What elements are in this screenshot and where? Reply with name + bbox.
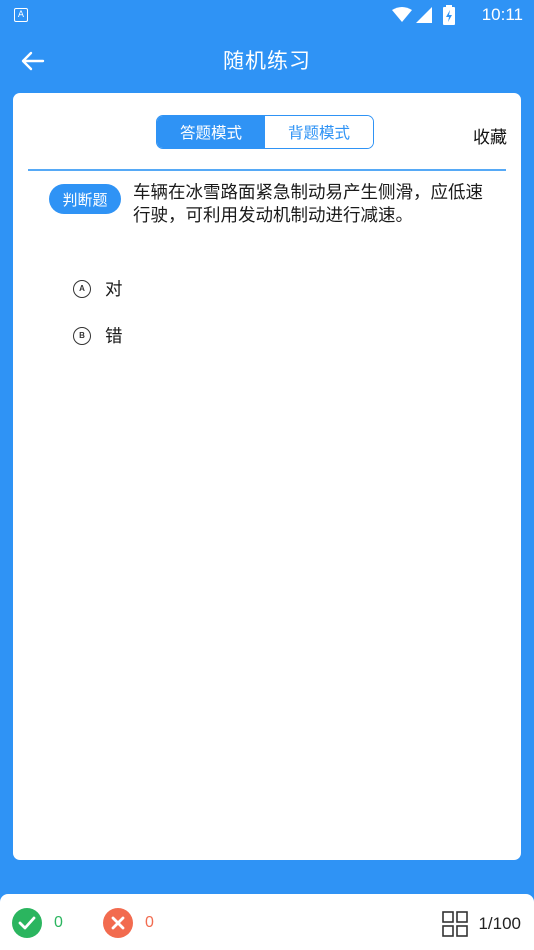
status-time: 10:11: [481, 5, 523, 24]
question-text: 车辆在冰雪路面紧急制动易产生侧滑，应低速行驶，可利用发动机制动进行减速。: [133, 183, 483, 226]
status-icons: [392, 5, 456, 25]
divider: [28, 169, 506, 171]
question-card: 答题模式 背题模式 收藏 判断题 车辆在冰雪路面紧急制动易产生侧滑，应低速行驶，…: [13, 93, 521, 860]
mode-toggle: 答题模式 背题模式: [156, 115, 374, 149]
answer-mode-tab[interactable]: 答题模式: [157, 116, 265, 148]
wrong-stat: 0: [103, 908, 154, 938]
app-notification-icon: A: [14, 8, 28, 22]
option-letter-icon: B: [73, 326, 91, 345]
grid-icon: [442, 911, 469, 937]
option-a[interactable]: A 对: [73, 276, 123, 301]
page-title: 随机练习: [223, 49, 311, 73]
memorize-mode-tab[interactable]: 背题模式: [265, 116, 373, 148]
wifi-icon: [392, 7, 412, 22]
signal-icon: [416, 7, 432, 23]
app-bar: 随机练习: [0, 30, 534, 92]
bottom-bar: 0 0 1/100: [0, 894, 534, 950]
question-progress-button[interactable]: 1/100: [442, 911, 521, 937]
option-label: 错: [105, 327, 123, 347]
question-type-badge: 判断题: [49, 184, 121, 214]
wrong-count: 0: [145, 914, 154, 931]
favorite-button[interactable]: 收藏: [473, 123, 507, 148]
correct-stat: 0: [12, 908, 63, 938]
option-b[interactable]: B 错: [73, 323, 123, 348]
option-letter-icon: A: [73, 279, 91, 298]
correct-count: 0: [54, 914, 63, 931]
progress-text: 1/100: [478, 914, 521, 933]
status-bar: A 10:11: [0, 0, 534, 30]
option-label: 对: [105, 280, 123, 300]
check-icon: [12, 908, 42, 938]
battery-icon: [443, 5, 455, 25]
cross-icon: [103, 908, 133, 938]
